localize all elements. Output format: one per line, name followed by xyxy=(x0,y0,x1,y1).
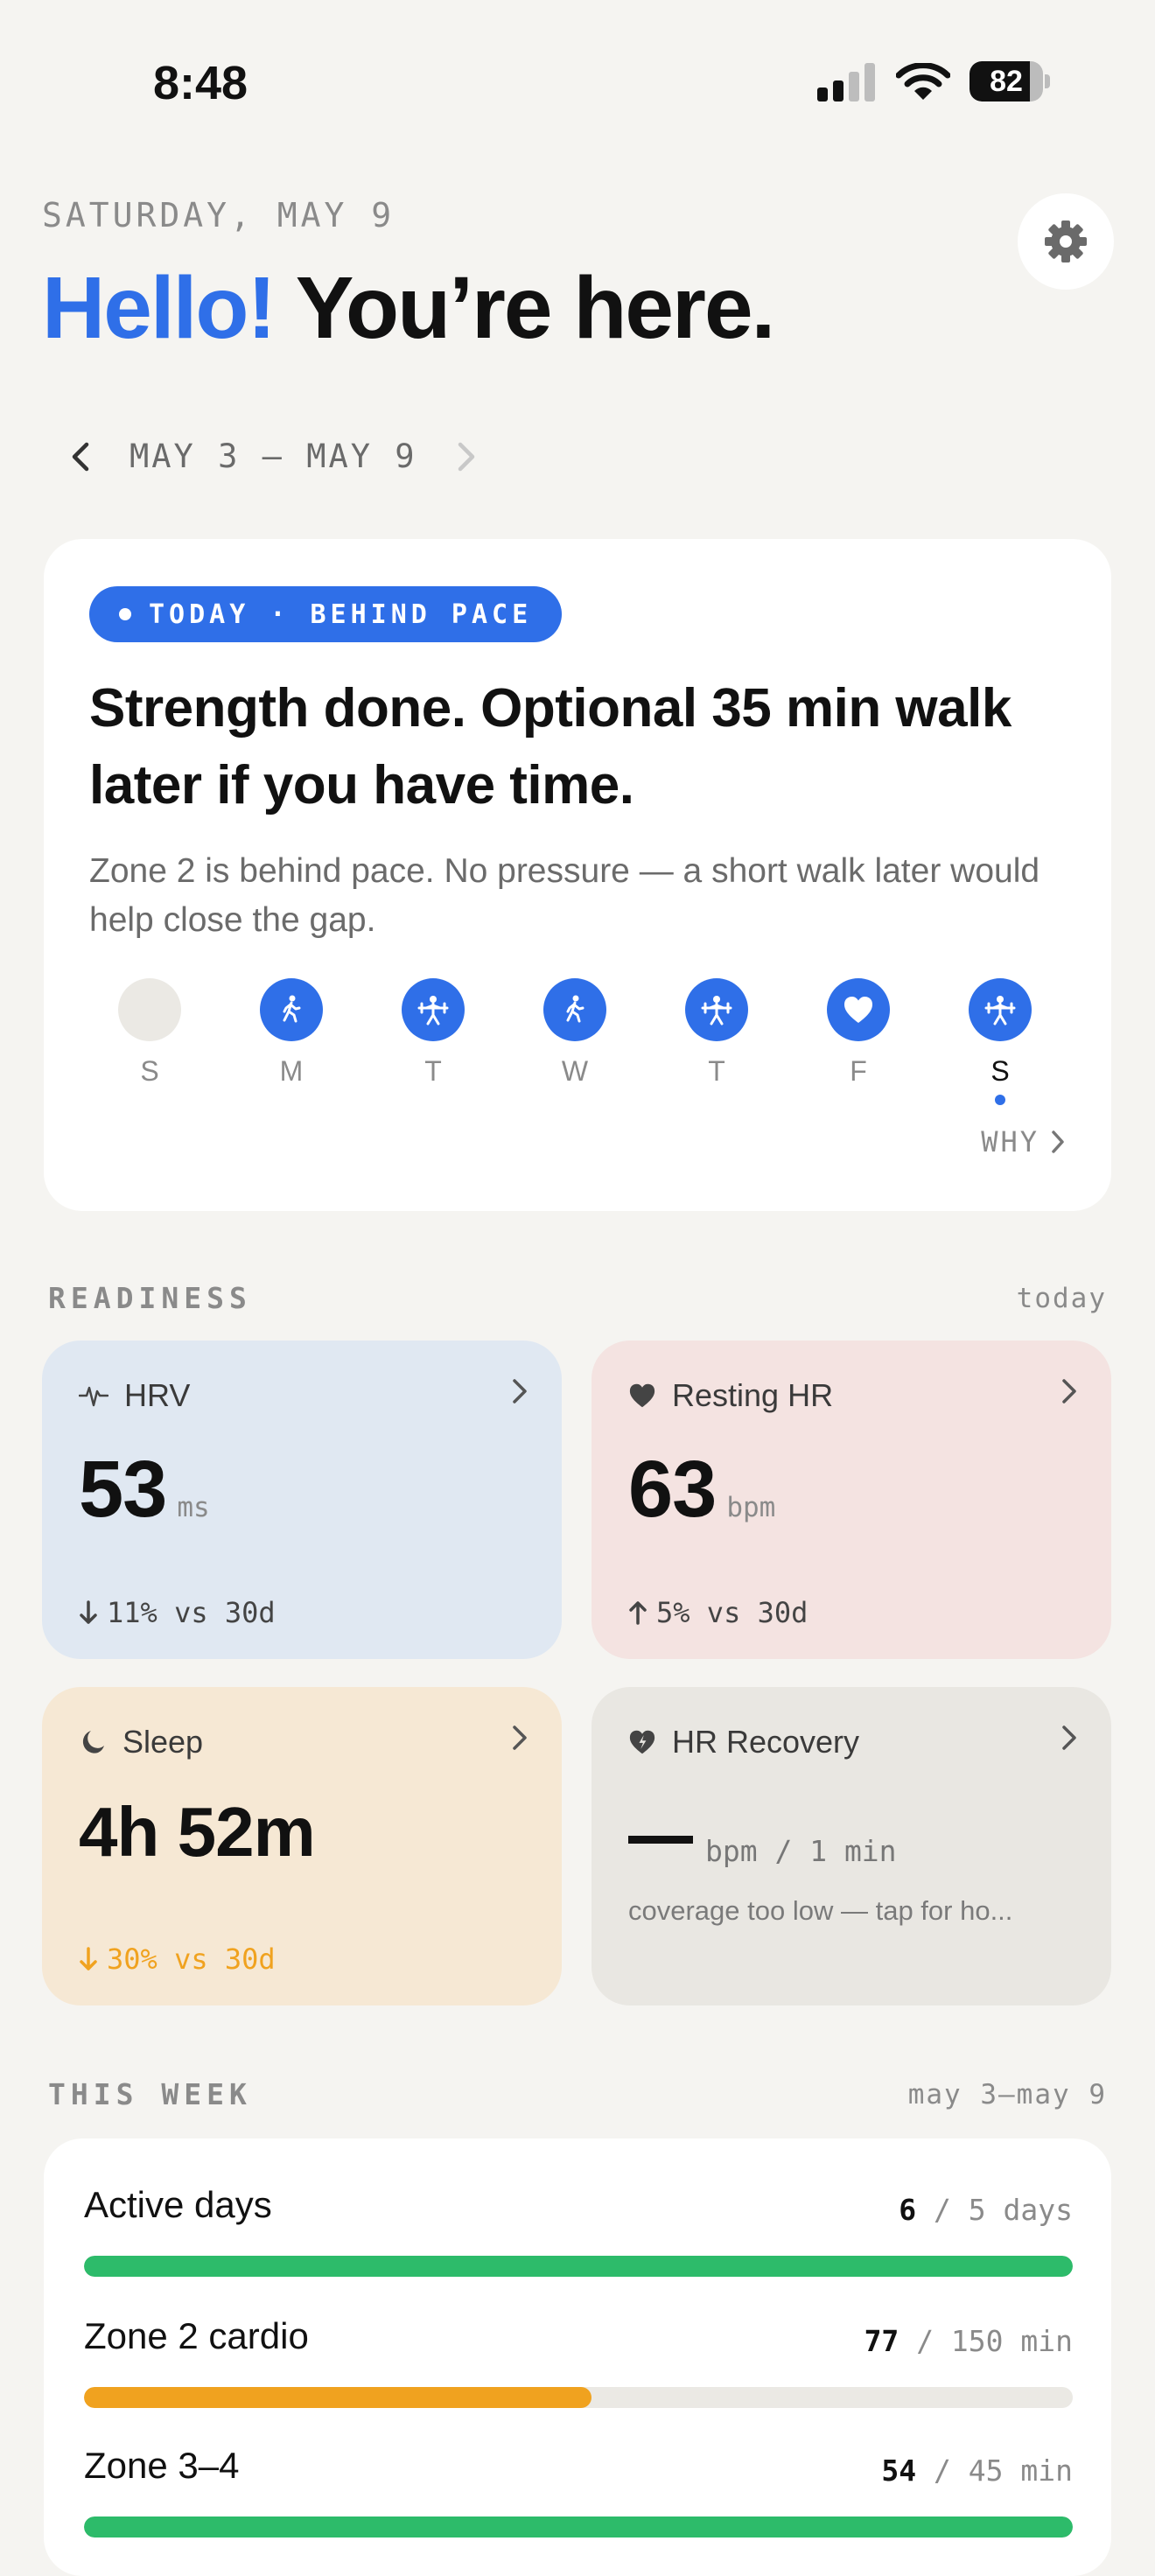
current-day-dot xyxy=(995,1095,1005,1105)
greeting-rest: You’re here. xyxy=(295,259,776,357)
greeting-accent: Hello! xyxy=(42,259,276,357)
moon-icon xyxy=(82,1731,104,1754)
hr-recovery-title: HR Recovery xyxy=(672,1724,860,1760)
today-headline: Strength done. Optional 35 min walk late… xyxy=(89,678,1012,816)
day-saturday[interactable]: S xyxy=(969,978,1032,1105)
why-label: WHY xyxy=(981,1125,1040,1158)
hr-recovery-card[interactable]: HR Recovery bpm / 1 min coverage too low… xyxy=(592,1687,1111,2006)
status-badge-label: TODAY · BEHIND PACE xyxy=(149,598,533,630)
goal-progress-bar xyxy=(84,2516,1073,2538)
status-badge: TODAY · BEHIND PACE xyxy=(89,586,563,642)
day-label: T xyxy=(708,1055,725,1087)
sleep-card[interactable]: Sleep 4h 52m 30% vs 30d xyxy=(42,1687,562,2006)
hrv-value: 53 xyxy=(79,1445,167,1534)
section-title-readiness: READINESS xyxy=(48,1281,252,1315)
hrv-unit: ms xyxy=(177,1492,210,1523)
hr-recovery-note: coverage too low — tap for ho... xyxy=(628,1895,1013,1926)
week-day-strip: S M T W T F S xyxy=(118,978,1063,1118)
battery-percent: 82 xyxy=(990,65,1023,98)
chevron-right-icon xyxy=(1062,1726,1076,1750)
day-sunday[interactable]: S xyxy=(118,978,181,1088)
resting-hr-unit: bpm xyxy=(726,1492,776,1523)
this-week-card: Active days 6 / 5 days Zone 2 cardio 77 … xyxy=(44,2138,1111,2576)
date-range-label: MAY 3 — MAY 9 xyxy=(130,438,417,475)
hrv-delta: 11% vs 30d xyxy=(107,1596,276,1629)
chevron-right-icon xyxy=(1052,1130,1064,1153)
date-range-nav: MAY 3 — MAY 9 xyxy=(70,438,477,475)
day-friday[interactable]: F xyxy=(827,978,890,1088)
goal-value: 54 xyxy=(881,2454,917,2488)
pulse-icon xyxy=(79,1386,108,1407)
goal-progress-fill xyxy=(84,2256,1073,2277)
chevron-right-icon xyxy=(513,1379,527,1404)
resting-hr-value: 63 xyxy=(628,1445,717,1534)
strength-icon xyxy=(701,996,732,1026)
day-label: S xyxy=(990,1055,1010,1087)
heart-icon xyxy=(629,1383,655,1408)
sleep-value: 4h 52m xyxy=(79,1793,316,1871)
goal-name: Zone 2 cardio xyxy=(84,2315,309,2356)
day-monday[interactable]: M xyxy=(260,978,323,1088)
goal-target: / 5 days xyxy=(934,2193,1073,2227)
section-period-readiness: today xyxy=(1016,1283,1107,1314)
arrow-down-icon xyxy=(80,1947,97,1970)
hrv-title: HRV xyxy=(124,1377,191,1413)
signal-icon xyxy=(817,63,875,102)
today-subtext: Zone 2 is behind pace. No pressure — a s… xyxy=(89,852,1040,939)
hr-recovery-empty-value xyxy=(628,1836,693,1844)
goal-target: / 45 min xyxy=(934,2454,1073,2488)
goal-name: Active days xyxy=(84,2184,272,2225)
day-wednesday[interactable]: W xyxy=(543,978,606,1088)
why-link[interactable]: WHY xyxy=(981,1125,1066,1158)
wifi-icon xyxy=(896,63,950,100)
arrow-up-icon xyxy=(629,1601,647,1625)
goal-progress-bar xyxy=(84,2387,1073,2408)
goal-target: / 150 min xyxy=(916,2324,1073,2358)
day-tuesday[interactable]: T xyxy=(402,978,465,1088)
walk-icon xyxy=(566,995,584,1023)
chevron-left-icon[interactable] xyxy=(70,441,91,472)
today-card[interactable]: TODAY · BEHIND PACE Strength done. Optio… xyxy=(44,539,1111,1211)
heart-icon xyxy=(844,997,872,1023)
day-label: F xyxy=(850,1055,867,1087)
page-title: Hello! You’re here. xyxy=(42,258,776,359)
settings-button[interactable] xyxy=(1018,193,1114,290)
walk-icon xyxy=(283,995,301,1023)
status-time: 8:48 xyxy=(153,57,248,109)
sleep-title: Sleep xyxy=(122,1724,204,1760)
section-period-this-week: may 3–may 9 xyxy=(907,2079,1107,2110)
strength-icon xyxy=(984,996,1016,1026)
hr-recovery-unit: bpm / 1 min xyxy=(705,1834,897,1868)
goal-progress-fill xyxy=(84,2387,592,2408)
resting-hr-card[interactable]: Resting HR 63 bpm 5% vs 30d xyxy=(592,1340,1111,1659)
day-thursday[interactable]: T xyxy=(685,978,748,1088)
day-label: S xyxy=(140,1055,159,1087)
heart-bolt-icon xyxy=(629,1730,655,1754)
chevron-right-icon xyxy=(1062,1379,1076,1404)
day-label: M xyxy=(279,1055,304,1087)
date-label: SATURDAY, MAY 9 xyxy=(42,196,396,234)
goal-value: 6 xyxy=(899,2193,917,2227)
goal-progress-fill xyxy=(84,2516,1073,2538)
gear-icon xyxy=(1045,220,1087,262)
day-label: T xyxy=(424,1055,442,1087)
sleep-delta: 30% vs 30d xyxy=(107,1942,276,1976)
goal-value: 77 xyxy=(864,2324,900,2358)
section-title-this-week: THIS WEEK xyxy=(48,2077,252,2111)
chevron-right-icon xyxy=(513,1726,527,1750)
goal-progress-bar xyxy=(84,2256,1073,2277)
goal-name: Zone 3–4 xyxy=(84,2445,240,2486)
strength-icon xyxy=(417,996,449,1026)
hrv-card[interactable]: HRV 53 ms 11% vs 30d xyxy=(42,1340,562,1659)
chevron-right-icon[interactable] xyxy=(456,441,477,472)
status-indicators: 82 xyxy=(817,61,1050,103)
resting-hr-title: Resting HR xyxy=(672,1377,834,1413)
day-label: W xyxy=(561,1055,589,1087)
arrow-down-icon xyxy=(80,1600,97,1624)
battery-indicator: 82 xyxy=(970,61,1050,103)
resting-hr-delta: 5% vs 30d xyxy=(656,1596,808,1629)
day-empty-circle xyxy=(118,978,181,1041)
